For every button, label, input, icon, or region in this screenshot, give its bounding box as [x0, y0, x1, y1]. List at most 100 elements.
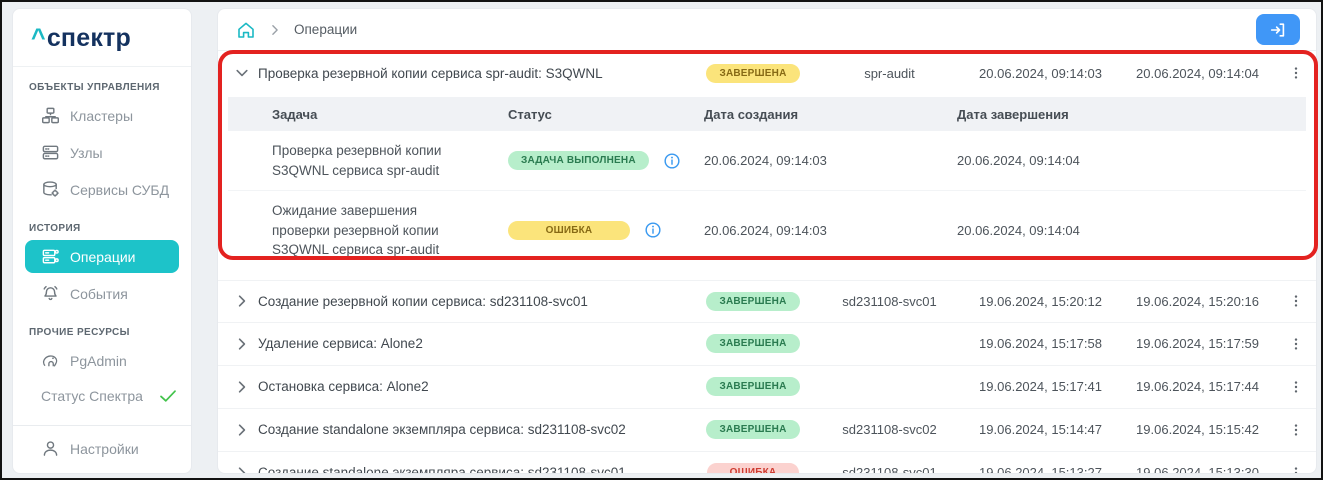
sidebar-item-dbms-services[interactable]: Сервисы СУБД — [13, 171, 191, 208]
logout-button[interactable] — [1256, 14, 1300, 45]
sidebar-item-operations[interactable]: Операции — [25, 240, 179, 273]
task-finished: 20.06.2024, 09:14:04 — [957, 223, 1306, 238]
operation-row[interactable]: Удаление сервиса: Alone2 ЗАВЕРШЕНА 19.06… — [218, 323, 1316, 366]
login-icon — [1269, 21, 1287, 39]
task-finished: 20.06.2024, 09:14:04 — [957, 153, 1306, 168]
task-name: Проверка резервной копии S3QWNL сервиса … — [228, 141, 478, 180]
logo-text: спектр — [47, 24, 131, 52]
chevron-right-icon[interactable] — [218, 422, 258, 438]
task-created: 20.06.2024, 09:14:03 — [704, 223, 957, 238]
operation-title: Остановка сервиса: Alone2 — [258, 379, 689, 394]
chevron-right-icon — [268, 23, 282, 37]
database-icon — [41, 180, 60, 199]
task-row: Ожидание завершения проверки резервной к… — [228, 191, 1306, 270]
operation-row-expanded[interactable]: Проверка резервной копии сервиса spr-aud… — [218, 51, 1316, 95]
operation-title: Проверка резервной копии сервиса spr-aud… — [258, 66, 689, 81]
operation-title: Создание резервной копии сервиса: sd2311… — [258, 294, 689, 309]
kebab-menu-icon[interactable] — [1276, 422, 1316, 438]
sidebar-item-label: Сервисы СУБД — [70, 182, 169, 198]
operation-created: 19.06.2024, 15:20:12 — [962, 294, 1119, 309]
sidebar-item-clusters[interactable]: Кластеры — [13, 97, 191, 134]
sidebar-item-label: Кластеры — [70, 108, 133, 124]
home-icon[interactable] — [236, 20, 256, 40]
operation-finished: 19.06.2024, 15:17:44 — [1119, 379, 1276, 394]
chevron-right-icon[interactable] — [218, 293, 258, 309]
operation-created: 19.06.2024, 15:17:41 — [962, 379, 1119, 394]
section-management-objects: ОБЪЕКТЫ УПРАВЛЕНИЯ — [13, 67, 191, 97]
check-icon — [159, 389, 177, 403]
operation-finished: 19.06.2024, 15:20:16 — [1119, 294, 1276, 309]
chevron-down-icon[interactable] — [218, 65, 258, 81]
status-badge: ОШИБКА — [707, 463, 799, 474]
status-badge: ЗАВЕРШЕНА — [706, 292, 799, 311]
breadcrumb-current: Операции — [294, 22, 357, 37]
operation-created: 20.06.2024, 09:14:03 — [962, 66, 1119, 81]
sidebar-item-spektr-status[interactable]: Статус Спектра — [13, 379, 191, 413]
status-badge: ЗАВЕРШЕНА — [706, 377, 799, 396]
operation-created: 19.06.2024, 15:13:27 — [962, 465, 1119, 474]
sidebar-item-label: События — [70, 286, 128, 302]
kebab-menu-icon[interactable] — [1276, 379, 1316, 395]
operation-finished: 19.06.2024, 15:17:59 — [1119, 336, 1276, 351]
chevron-right-icon[interactable] — [218, 465, 258, 474]
sidebar-item-label: Настройки — [70, 441, 139, 457]
bell-icon — [41, 284, 60, 303]
col-header-task: Задача — [228, 107, 508, 122]
nodes-icon — [41, 143, 60, 162]
logo-caret: ^ — [31, 24, 46, 52]
task-name: Ожидание завершения проверки резервной к… — [228, 201, 478, 260]
status-badge: ЗАВЕРШЕНА — [706, 334, 799, 353]
section-other-resources: ПРОЧИЕ РЕСУРСЫ — [13, 312, 191, 342]
operation-row[interactable]: Создание standalone экземпляра сервиса: … — [218, 452, 1316, 474]
breadcrumb: Операции — [218, 9, 1316, 51]
operation-finished: 19.06.2024, 15:13:30 — [1119, 465, 1276, 474]
status-badge: ЗАВЕРШЕНА — [706, 64, 799, 83]
task-table: Задача Статус Дата создания Дата заверше… — [228, 97, 1306, 270]
sidebar-item-nodes[interactable]: Узлы — [13, 134, 191, 171]
info-icon[interactable] — [644, 221, 662, 239]
sidebar-item-label: Операции — [70, 249, 136, 265]
pgadmin-icon — [41, 351, 60, 370]
chevron-right-icon[interactable] — [218, 336, 258, 352]
operation-title: Создание standalone экземпляра сервиса: … — [258, 465, 689, 474]
col-header-finished: Дата завершения — [957, 107, 1306, 122]
status-badge: ЗАДАЧА ВЫПОЛНЕНА — [508, 151, 649, 170]
main-panel: Операции Проверка резервной копии сервис… — [217, 8, 1317, 474]
sidebar: ^спектр ОБЪЕКТЫ УПРАВЛЕНИЯ Кластеры — [12, 8, 192, 474]
kebab-menu-icon[interactable] — [1276, 465, 1316, 474]
col-header-status: Статус — [508, 107, 704, 122]
operations-icon — [41, 247, 60, 266]
operation-row[interactable]: Создание резервной копии сервиса: sd2311… — [218, 280, 1316, 323]
status-badge: ЗАВЕРШЕНА — [706, 420, 799, 439]
kebab-menu-icon[interactable] — [1276, 293, 1316, 309]
operation-service: spr-audit — [817, 66, 962, 81]
operation-finished: 20.06.2024, 09:14:04 — [1119, 66, 1276, 81]
operation-created: 19.06.2024, 15:14:47 — [962, 422, 1119, 437]
app-window: ^спектр ОБЪЕКТЫ УПРАВЛЕНИЯ Кластеры — [0, 0, 1323, 480]
sidebar-item-settings[interactable]: Настройки — [13, 426, 191, 471]
operation-title: Создание standalone экземпляра сервиса: … — [258, 422, 689, 437]
status-badge: ОШИБКА — [508, 221, 630, 240]
operation-row[interactable]: Остановка сервиса: Alone2 ЗАВЕРШЕНА 19.0… — [218, 366, 1316, 409]
operation-service: sd231108-svc01 — [817, 465, 962, 474]
task-row: Проверка резервной копии S3QWNL сервиса … — [228, 131, 1306, 191]
task-table-header: Задача Статус Дата создания Дата заверше… — [228, 97, 1306, 131]
kebab-menu-icon[interactable] — [1276, 336, 1316, 352]
section-history: ИСТОРИЯ — [13, 208, 191, 238]
sidebar-item-label: PgAdmin — [70, 353, 127, 369]
col-header-created: Дата создания — [704, 107, 957, 122]
chevron-right-icon[interactable] — [218, 379, 258, 395]
logo: ^спектр — [13, 9, 191, 67]
operation-row[interactable]: Создание standalone экземпляра сервиса: … — [218, 409, 1316, 452]
operation-finished: 19.06.2024, 15:15:42 — [1119, 422, 1276, 437]
task-created: 20.06.2024, 09:14:03 — [704, 153, 957, 168]
operation-title: Удаление сервиса: Alone2 — [258, 336, 689, 351]
user-icon — [41, 439, 60, 458]
sidebar-item-pgadmin[interactable]: PgAdmin — [13, 342, 191, 379]
sidebar-item-label: Узлы — [70, 145, 103, 161]
info-icon[interactable] — [663, 152, 681, 170]
sidebar-item-events[interactable]: События — [13, 275, 191, 312]
kebab-menu-icon[interactable] — [1276, 65, 1316, 81]
operation-service: sd231108-svc02 — [817, 422, 962, 437]
sidebar-item-label: Статус Спектра — [41, 388, 143, 404]
